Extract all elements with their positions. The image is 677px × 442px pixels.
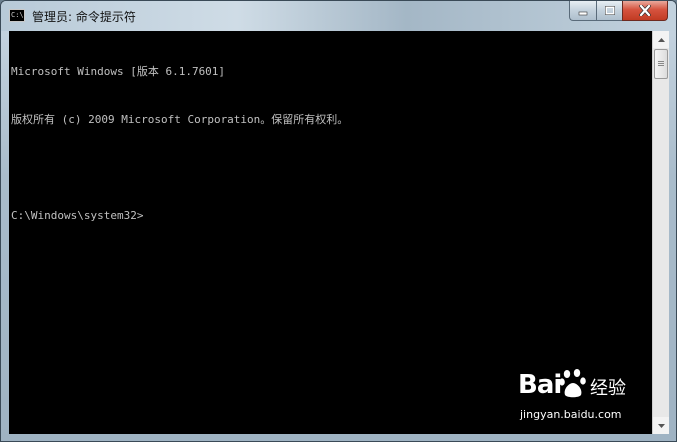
vertical-scrollbar[interactable]: [652, 31, 669, 434]
baidu-jingyan-watermark: Bai 经验 jingyan.baidu.com: [518, 368, 648, 428]
scroll-up-button[interactable]: [653, 31, 669, 48]
console-line-blank: [11, 160, 652, 176]
scroll-down-button[interactable]: [653, 417, 669, 434]
caption-buttons: [569, 1, 668, 21]
minimize-icon: [578, 11, 588, 15]
minimize-button[interactable]: [569, 1, 596, 21]
console-line-version: Microsoft Windows [版本 6.1.7601]: [11, 65, 226, 78]
watermark-brand: 经验: [590, 378, 626, 399]
scroll-thumb[interactable]: [654, 49, 668, 79]
grip-line: [658, 65, 664, 66]
maximize-icon: [604, 5, 615, 15]
arrow-up-icon: [657, 37, 665, 42]
console-line-copyright: 版权所有 (c) 2009 Microsoft Corporation。保留所有…: [11, 113, 349, 126]
watermark-logo: Bai: [518, 370, 562, 400]
arrow-down-icon: [657, 423, 665, 428]
cmd-icon[interactable]: C:\: [9, 9, 25, 22]
maximize-button[interactable]: [596, 1, 622, 21]
grip-line: [658, 61, 664, 62]
close-icon: [639, 5, 651, 16]
title-bar[interactable]: C:\ 管理员: 命令提示符: [1, 1, 676, 31]
grip-line: [658, 63, 664, 64]
console-prompt[interactable]: C:\Windows\system32>: [11, 208, 652, 224]
paw-icon: [559, 369, 586, 398]
window-title: 管理员: 命令提示符: [32, 10, 136, 24]
watermark-url: jingyan.baidu.com: [520, 408, 622, 421]
close-button[interactable]: [622, 1, 668, 21]
